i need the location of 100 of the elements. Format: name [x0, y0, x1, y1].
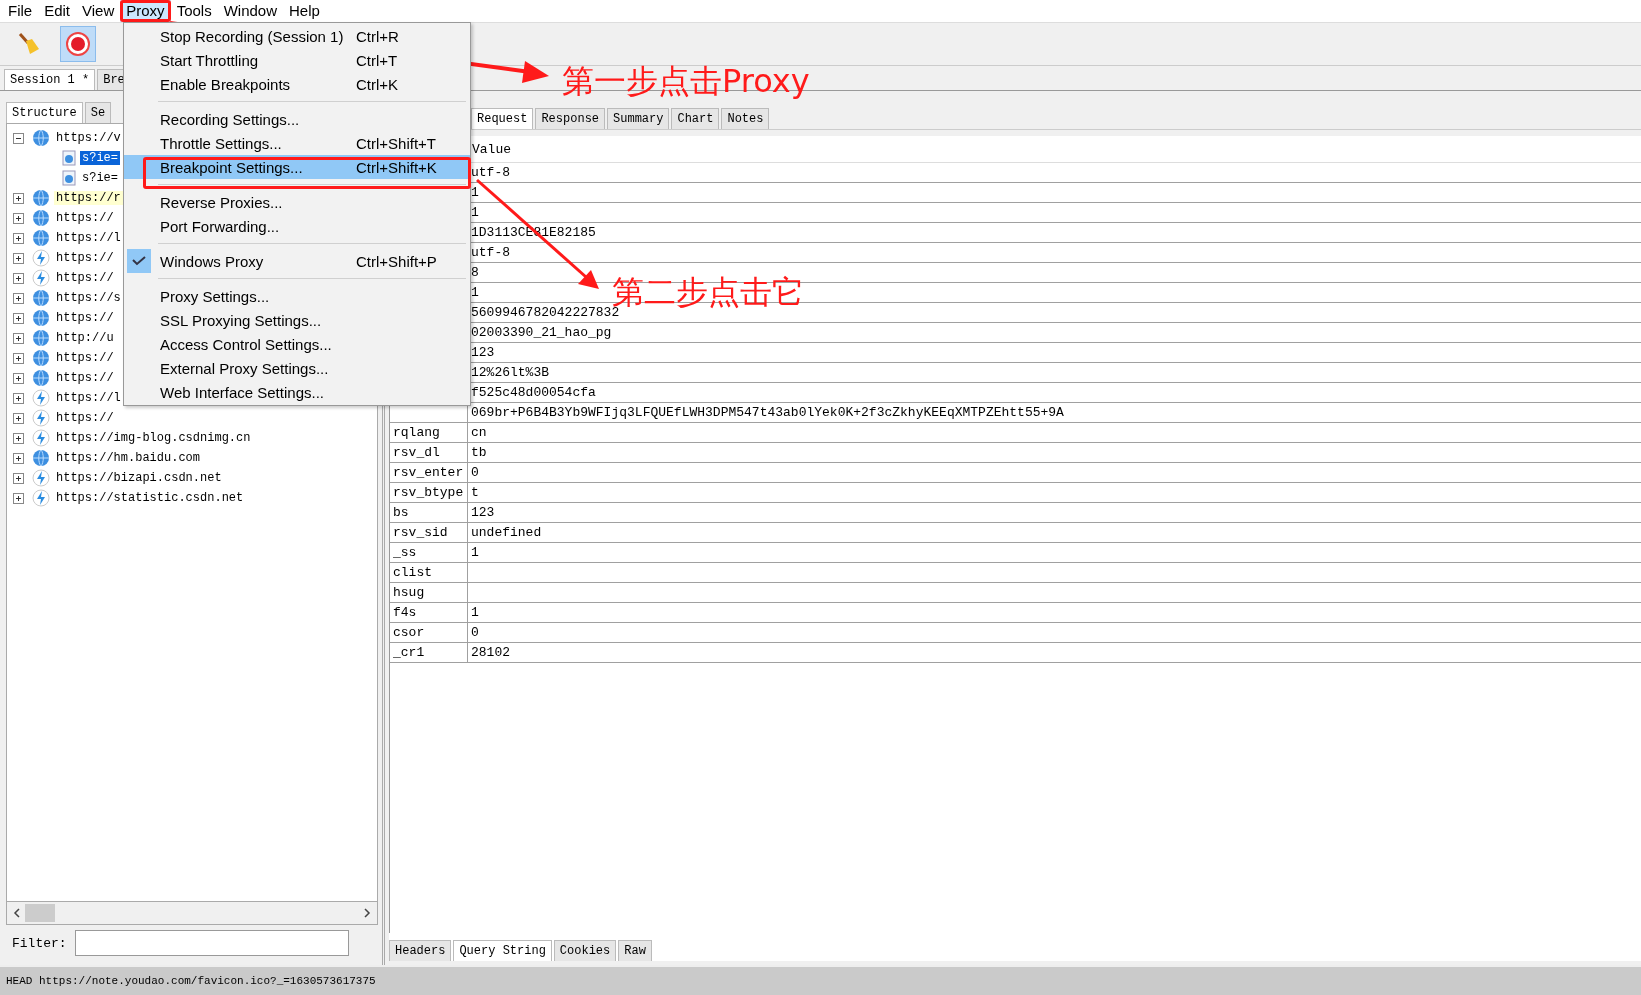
menu-item[interactable]: Windows Proxy Ctrl+Shift+P [124, 249, 470, 273]
menu-item[interactable]: Proxy Settings... [124, 284, 470, 308]
menu-title[interactable]: File [2, 0, 39, 22]
menu-item[interactable]: Web Interface Settings... [124, 380, 470, 404]
collapse-icon[interactable] [13, 132, 24, 144]
expand-icon[interactable] [13, 472, 24, 484]
detail-tab[interactable]: Response [535, 108, 606, 129]
tree-item[interactable]: https:// [54, 411, 116, 425]
menu-item[interactable]: SSL Proxying Settings... [124, 308, 470, 332]
table-cell: _ss [390, 543, 468, 562]
table-cell-text: 1 [470, 284, 479, 302]
expand-icon[interactable] [13, 332, 24, 344]
table-cell-text: 123 [470, 504, 495, 522]
expand-icon[interactable] [13, 452, 24, 464]
table-cell-text: tb [470, 444, 487, 462]
lightning-icon [32, 469, 50, 487]
menu-title[interactable]: Edit [38, 0, 77, 22]
table-cell-text: 0 [470, 624, 479, 642]
tree-item[interactable]: https://r [54, 191, 123, 205]
expand-icon[interactable] [13, 272, 24, 284]
session-tab[interactable]: Session 1 * [4, 69, 96, 90]
bottom-tab[interactable]: Cookies [553, 940, 617, 961]
expand-icon[interactable] [13, 212, 24, 224]
detail-tab[interactable]: Chart [671, 108, 720, 129]
filter-field[interactable] [74, 930, 349, 956]
detail-tab[interactable]: Request [471, 108, 534, 129]
tree-item[interactable]: https://s [54, 291, 123, 305]
menu-title[interactable]: Tools [170, 0, 218, 22]
tree-item[interactable]: https:// [54, 311, 116, 325]
tree-item[interactable]: https://bizapi.csdn.net [54, 471, 224, 485]
menu-item[interactable]: Recording Settings... [124, 107, 470, 131]
horizontal-scrollbar[interactable] [6, 902, 378, 925]
record-icon [66, 32, 90, 56]
tree-item[interactable]: https://img-blog.csdnimg.cn [54, 431, 253, 445]
menu-item[interactable]: Start Throttling Ctrl+T [124, 48, 470, 72]
menu-item[interactable]: External Proxy Settings... [124, 356, 470, 380]
menu-item[interactable]: Port Forwarding... [124, 214, 470, 238]
table-cell-text: utf-8 [470, 244, 510, 262]
expand-icon[interactable] [13, 232, 24, 244]
globe-icon [32, 329, 50, 347]
menu-item[interactable]: Reverse Proxies... [124, 190, 470, 214]
menu-item[interactable]: Throttle Settings... Ctrl+Shift+T [124, 131, 470, 155]
expand-icon[interactable] [13, 412, 24, 424]
menu-item[interactable]: Stop Recording (Session 1) Ctrl+R [124, 24, 470, 48]
scroll-right-icon[interactable] [363, 908, 371, 918]
view-tab[interactable]: Se [84, 102, 112, 123]
tree-item[interactable]: s?ie= [80, 151, 120, 165]
tree-item[interactable]: https:// [54, 371, 116, 385]
menu-title[interactable]: View [76, 0, 121, 22]
tree-item[interactable]: https://hm.baidu.com [54, 451, 203, 465]
bottom-tab[interactable]: Query String [453, 940, 552, 961]
document-icon [62, 170, 76, 186]
table-cell-text: undefined [470, 524, 542, 542]
table-cell: clist [390, 563, 468, 582]
expand-icon[interactable] [13, 432, 24, 444]
view-tab[interactable]: Structure [6, 102, 83, 123]
scroll-thumb[interactable] [25, 904, 55, 922]
tree-item[interactable]: https:// [54, 271, 116, 285]
expand-icon[interactable] [13, 292, 24, 304]
menu-title[interactable]: Window [217, 0, 283, 22]
tree-item[interactable]: https://statistic.csdn.net [54, 491, 246, 505]
globe-icon [32, 129, 50, 147]
filter-label: Filter: [12, 935, 67, 951]
expand-icon[interactable] [13, 352, 24, 364]
table-cell-text: 1 [470, 544, 479, 562]
table-cell-text: t [470, 484, 479, 502]
bottom-tab[interactable]: Raw [618, 940, 652, 961]
tree-item[interactable]: s?ie= [80, 171, 120, 185]
tree-item[interactable]: https:// [54, 211, 116, 225]
expand-icon[interactable] [13, 192, 24, 204]
expand-icon[interactable] [13, 252, 24, 264]
table-cell-text: 8 [470, 264, 479, 282]
globe-icon [32, 229, 50, 247]
detail-tab[interactable]: Notes [721, 108, 770, 129]
tree-item[interactable]: https://v [54, 131, 123, 145]
expand-icon[interactable] [13, 312, 24, 324]
table-cell-text: utf-8 [470, 164, 510, 182]
menu-item[interactable]: Access Control Settings... [124, 332, 470, 356]
tree-item[interactable]: https://l [54, 391, 123, 405]
menu-title[interactable]: Help [283, 0, 326, 22]
table-cell-text: 0 [470, 464, 479, 482]
column-header: Value [472, 141, 511, 157]
expand-icon[interactable] [13, 392, 24, 404]
expand-icon[interactable] [13, 492, 24, 504]
expand-icon[interactable] [13, 372, 24, 384]
tree-item[interactable]: http://u [54, 331, 116, 345]
table-cell: csor [390, 623, 468, 642]
bottom-tab[interactable]: Headers [389, 940, 452, 961]
table-cell-text: 1 [470, 204, 479, 222]
scroll-left-icon[interactable] [13, 908, 21, 918]
lightning-icon [32, 269, 50, 287]
tree-item[interactable]: https:// [54, 351, 116, 365]
tree-item[interactable]: https://l [54, 231, 123, 245]
tree-item[interactable]: https:// [54, 251, 116, 265]
table-cell-text: 28102 [470, 644, 510, 662]
detail-tab[interactable]: Summary [607, 108, 670, 129]
table-cell-text: cn [470, 424, 487, 442]
lightning-icon [32, 249, 50, 267]
toolbar-button[interactable] [60, 26, 96, 62]
table-cell-text: 1 [470, 604, 479, 622]
